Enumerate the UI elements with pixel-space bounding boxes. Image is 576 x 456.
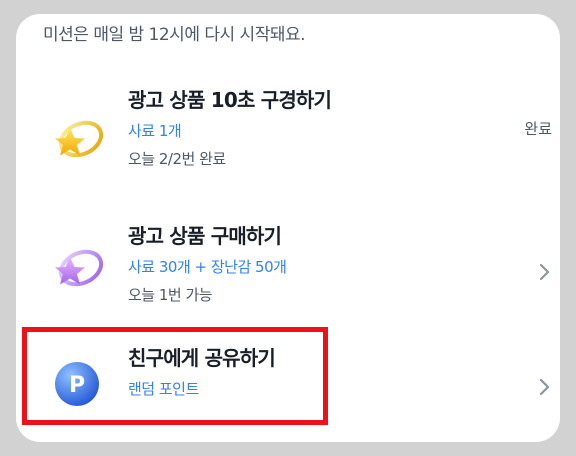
mission-card: 미션은 매일 밤 12시에 다시 시작돼요. 광고 상품 10초 구경하기 사료…: [16, 14, 560, 442]
mission-status-badge: 완료: [524, 120, 552, 138]
mission-title: 광고 상품 10초 구경하기: [128, 88, 332, 112]
chevron-right-icon: [536, 262, 552, 282]
reset-notice: 미션은 매일 밤 12시에 다시 시작돼요.: [43, 25, 306, 45]
mission-item-share-friend[interactable]: P 친구에게 공유하기 랜덤 포인트: [16, 334, 560, 440]
coin-label: P: [69, 373, 85, 398]
point-coin-icon: P: [48, 355, 106, 413]
mission-title: 친구에게 공유하기: [128, 346, 276, 370]
mission-progress: 오늘 1번 가능: [128, 286, 213, 304]
mission-reward: 사료 1개: [128, 122, 182, 140]
star-ring-icon: [48, 241, 106, 299]
chevron-right-icon: [536, 377, 552, 397]
mission-title: 광고 상품 구매하기: [128, 224, 282, 248]
mission-item-ad-purchase[interactable]: 광고 상품 구매하기 사료 30개 + 장난감 50개 오늘 1번 가능: [16, 214, 560, 320]
mission-reward: 사료 30개 + 장난감 50개: [128, 258, 287, 276]
mission-item-ad-view: 광고 상품 10초 구경하기 사료 1개 오늘 2/2번 완료 완료: [16, 84, 560, 190]
mission-progress: 오늘 2/2번 완료: [128, 150, 226, 168]
star-ring-icon: [48, 112, 106, 170]
mission-reward: 랜덤 포인트: [128, 380, 199, 398]
